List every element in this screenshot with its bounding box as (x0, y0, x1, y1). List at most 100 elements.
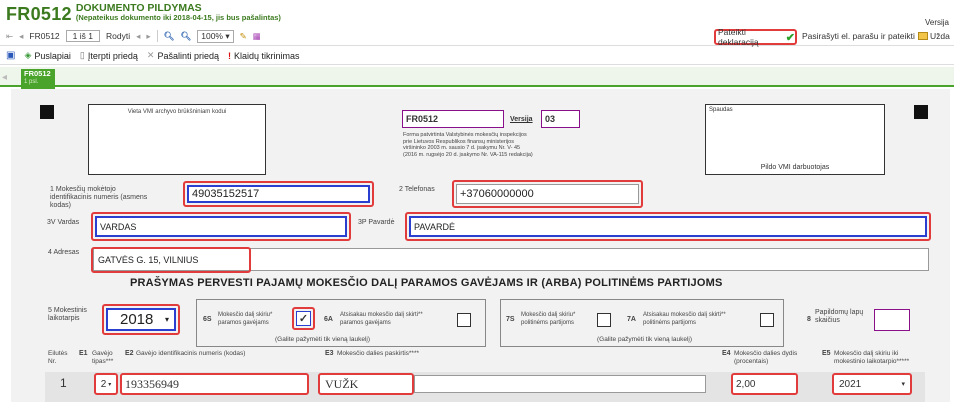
field-7a-num: 7A (627, 316, 636, 323)
percent-input[interactable]: 2,00 (731, 373, 798, 395)
field-2-num: 2 (399, 186, 403, 193)
submit-label: Pateikti deklaraciją (718, 27, 759, 47)
donate-parties-checkbox[interactable] (597, 313, 611, 327)
doc-code: FR0512 (6, 4, 72, 24)
field-3v-num: 3V (47, 219, 56, 226)
row-number: 1 (60, 376, 67, 390)
form-version-label: Versija (510, 116, 533, 123)
next-page-icon[interactable]: ▸ (146, 31, 150, 42)
tab-code: FR0512 (24, 69, 51, 78)
field-3p-num: 3P (358, 219, 367, 226)
extra-pages-input[interactable] (874, 309, 910, 331)
barcode-box: Vieta VMI archyvo brūkšniniam kodui (88, 104, 266, 175)
address-input[interactable]: GATVĖS G. 15, VILNIUS (95, 251, 247, 269)
close-button[interactable]: Užda (930, 31, 950, 41)
zoom-out-icon[interactable]: 🔍︎ (164, 31, 175, 42)
refuse-parties-checkbox[interactable] (760, 313, 774, 327)
col-e2-num: E2 (125, 350, 134, 357)
field-6a-label: Atsisakau mokesčio dalį skirti** paramos… (340, 312, 423, 326)
edit-icon[interactable]: ✎ (240, 31, 247, 42)
field-2-text: Telefonas (404, 186, 435, 193)
prev-doc-icon[interactable]: ◂ (19, 31, 23, 42)
field-4-text: Adresas (53, 249, 80, 256)
field-3v-text: Vardas (57, 219, 80, 226)
field-6s-num: 6S (203, 316, 212, 323)
sign-and-submit-button[interactable]: Pasirašyti el. parašu ir pateikti (802, 31, 928, 41)
zoom-value: 100% (201, 30, 223, 41)
col-e1-num: E1 (79, 350, 88, 357)
field-5-label: 5 Mokestinis laikotarpis (48, 307, 90, 323)
layout-icon[interactable]: ▦ (253, 31, 261, 42)
col-e1-label: Gavėjo tipas*** (92, 350, 114, 365)
field-3v-label: 3V Vardas (47, 219, 79, 227)
donate-recipients-checkbox[interactable]: ✓ (296, 311, 311, 326)
check-mark-icon: ✓ (298, 313, 309, 325)
section-title: PRAŠYMAS PERVESTI PAJAMŲ MOKESČIO DALĮ P… (130, 277, 723, 289)
tab-sub: 1 psl. (24, 79, 39, 85)
first-name-input[interactable]: VARDAS (95, 216, 347, 237)
first-page-icon[interactable]: ⇤ (6, 31, 13, 42)
corner-marker-right (914, 105, 928, 119)
field-1-text: Mokesčių mokėtojo identifikacinis numeri… (50, 186, 148, 209)
tab-page-1[interactable]: FR0512 1 psl. (21, 69, 55, 89)
taxpayer-id-input[interactable]: 49035152517 (187, 185, 370, 203)
period-value: 2018 (120, 311, 154, 328)
page-input[interactable]: 1 iš 1 (65, 30, 100, 42)
field-1-frame: 49035152517 (183, 181, 374, 207)
show-button[interactable]: Rodyti (106, 31, 130, 41)
field-5-frame: 2018 ▾ (102, 304, 180, 335)
last-name-input[interactable]: PAVARDĖ (409, 216, 927, 237)
zoom-select[interactable]: 100% ▾ (197, 29, 234, 43)
recipient-type-value: 2 (100, 378, 107, 390)
barcode-label: Vieta VMI archyvo brūkšniniam kodui (127, 109, 227, 115)
insert-icon: ▯ (79, 50, 85, 60)
field-4-frame: GATVĖS G. 15, VILNIUS (91, 247, 251, 273)
field-4-num: 4 (48, 249, 52, 256)
sign-label: Pasirašyti el. parašu ir pateikti (802, 31, 915, 41)
field-3v-frame: VARDAS (91, 212, 351, 241)
until-period-select[interactable]: 2021 ▾ (832, 373, 912, 395)
recipient-type-select[interactable]: 2 ▾ (94, 373, 118, 395)
field-3p-text: Pavardė (368, 219, 395, 226)
type-dropdown-icon: ▾ (108, 381, 112, 388)
until-value: 2021 (839, 378, 862, 390)
phone-input[interactable]: +37060000000 (456, 184, 639, 204)
stamp-box: Spaudas Pildo VMI darbuotojas (705, 104, 885, 175)
field-8-num: 8 (807, 316, 811, 323)
col-e3-label: Mokesčio dalies paskirtis**** (337, 350, 420, 357)
tab-strip (0, 67, 954, 87)
field-6a-num: 6A (324, 316, 333, 323)
purpose-input[interactable]: VUŽK (318, 373, 414, 395)
remove-annex-button[interactable]: ✕ Pašalinti priedą (147, 50, 219, 61)
insert-label: Įterpti priedą (87, 50, 138, 61)
col-e5-label: Mokesčio dalį skiriu iki mokestinio laik… (834, 350, 910, 365)
remove-icon: ✕ (146, 50, 155, 60)
corner-marker-left (40, 105, 54, 119)
prev-page-icon[interactable]: ◂ (136, 31, 140, 42)
field-5-text: Mokestinis laikotarpis (48, 307, 87, 322)
field-5-num: 5 (48, 307, 52, 314)
period-select[interactable]: 2018 ▾ (106, 308, 176, 331)
submit-declaration-button[interactable]: Pateikti deklaraciją ✔ (714, 27, 797, 47)
errors-label: Klaidų tikrinimas (233, 50, 300, 61)
pages-button[interactable]: ◈ Puslapiai (24, 50, 70, 61)
refuse-recipients-checkbox[interactable] (457, 313, 471, 327)
field-1-num: 1 (50, 186, 54, 193)
zoom-in-icon[interactable]: 🔍︎ (180, 31, 191, 42)
error-check-button[interactable]: ! Klaidų tikrinimas (228, 51, 300, 61)
field-8-label: Papildomų lapų skaičius (815, 309, 864, 324)
check-icon: ✔ (785, 31, 795, 44)
certificate-icon (917, 32, 928, 40)
save-icon[interactable]: ▣ (6, 50, 15, 61)
version-label: Versija (924, 18, 949, 27)
approval-text: Forma patvirtinta Valstybinės mokesčių i… (403, 132, 563, 158)
field-2-label: 2 Telefonas (399, 186, 435, 194)
col-e3-num: E3 (325, 350, 334, 357)
insert-annex-button[interactable]: ▯ Įterpti priedą (80, 50, 138, 61)
toolbar: ▣ ◈ Puslapiai ▯ Įterpti priedą ✕ Pašalinti … (0, 47, 954, 65)
field-3p-frame: PAVARDĖ (405, 212, 931, 241)
recipient-id-input[interactable]: 193356949 (120, 373, 309, 395)
collapse-icon[interactable]: ◂ (2, 72, 7, 83)
col-row-nr: Eilutės Nr. (48, 350, 68, 365)
field-3p-label: 3P Pavardė (358, 219, 394, 227)
